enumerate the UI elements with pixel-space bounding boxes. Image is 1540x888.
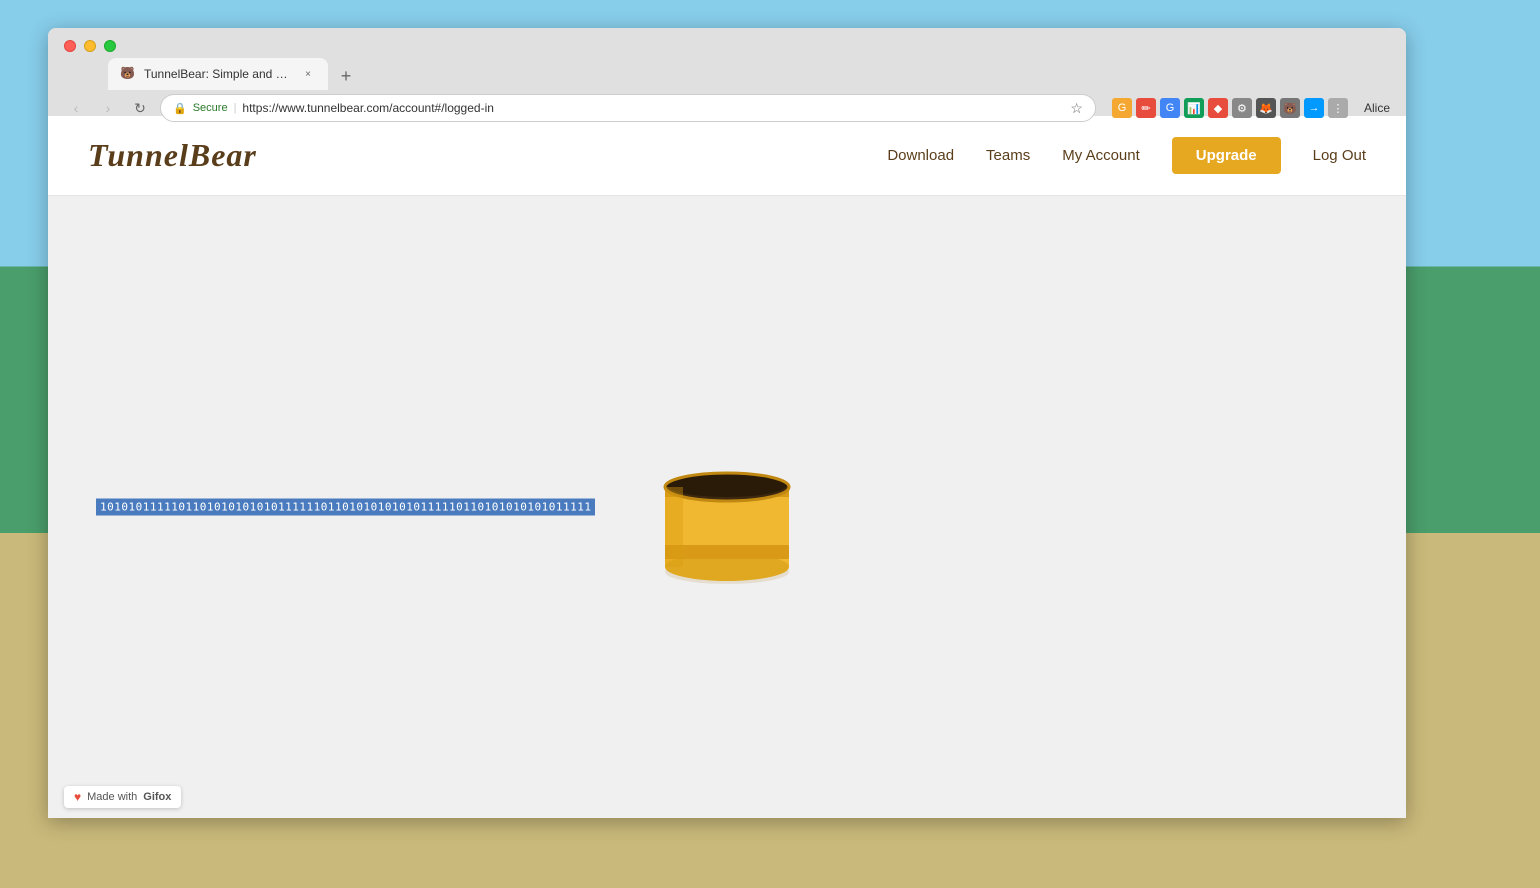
address-separator: | (234, 102, 237, 114)
ext-icon-1[interactable]: G (1112, 98, 1132, 118)
browser-window: 🐻 TunnelBear: Simple and Secur × + ‹ › ↻… (48, 28, 1406, 818)
gifox-label: Gifox (143, 791, 171, 803)
ext-icon-2[interactable]: ✏ (1136, 98, 1156, 118)
tab-favicon: 🐻 (120, 66, 136, 82)
window-controls (48, 28, 1406, 52)
made-with-label: Made with (87, 791, 137, 803)
address-bar[interactable]: 🔒 Secure | https://www.tunnelbear.com/ac… (160, 94, 1096, 122)
ext-icon-7[interactable]: 🦊 (1256, 98, 1276, 118)
download-link[interactable]: Download (887, 147, 954, 164)
refresh-button[interactable]: ↻ (128, 96, 152, 120)
teams-link[interactable]: Teams (986, 147, 1030, 164)
desktop: 🐻 TunnelBear: Simple and Secur × + ‹ › ↻… (0, 0, 1540, 888)
ext-icon-3[interactable]: G (1160, 98, 1180, 118)
bookmark-star-icon[interactable]: ☆ (1070, 100, 1083, 117)
address-url[interactable]: https://www.tunnelbear.com/account#/logg… (242, 101, 1064, 115)
nav-links: Download Teams My Account Upgrade Log Ou… (887, 137, 1366, 174)
gifox-footer: ♥ Made with Gifox (64, 786, 181, 808)
barrel-illustration (637, 417, 817, 597)
minimize-window-button[interactable] (84, 40, 96, 52)
ext-icon-6[interactable]: ⚙ (1232, 98, 1252, 118)
ext-icon-10[interactable]: ⋮ (1328, 98, 1348, 118)
close-window-button[interactable] (64, 40, 76, 52)
logout-link[interactable]: Log Out (1313, 147, 1366, 164)
binary-text: 1010101111101101010101010111111011010101… (96, 499, 595, 516)
site-logo[interactable]: TunnelBear (88, 137, 257, 173)
secure-icon: 🔒 (173, 102, 187, 115)
my-account-link[interactable]: My Account (1062, 147, 1140, 164)
nav-header: TunnelBear Download Teams My Account Upg… (48, 116, 1406, 196)
tab-close-button[interactable]: × (300, 66, 316, 82)
back-button[interactable]: ‹ (64, 96, 88, 120)
maximize-window-button[interactable] (104, 40, 116, 52)
logo-area: TunnelBear (88, 137, 887, 174)
secure-label: Secure (193, 102, 228, 114)
forward-button[interactable]: › (96, 96, 120, 120)
ext-icon-4[interactable]: 📊 (1184, 98, 1204, 118)
extensions-row: G ✏ G 📊 ◆ ⚙ 🦊 🐻 → ⋮ (1112, 98, 1348, 118)
upgrade-button[interactable]: Upgrade (1172, 137, 1281, 174)
ext-icon-9[interactable]: → (1304, 98, 1324, 118)
ext-icon-5[interactable]: ◆ (1208, 98, 1228, 118)
user-label: Alice (1364, 101, 1390, 115)
heart-icon: ♥ (74, 790, 81, 804)
page-content: TunnelBear Download Teams My Account Upg… (48, 116, 1406, 818)
tabs-bar: 🐻 TunnelBear: Simple and Secur × + (48, 52, 1406, 90)
barrel-container (637, 417, 817, 597)
main-content: 1010101111101101010101010111111011010101… (48, 196, 1406, 818)
tab-title: TunnelBear: Simple and Secur (144, 67, 292, 81)
ext-icon-8[interactable]: 🐻 (1280, 98, 1300, 118)
browser-chrome: 🐻 TunnelBear: Simple and Secur × + ‹ › ↻… (48, 28, 1406, 116)
new-tab-button[interactable]: + (332, 62, 360, 90)
active-tab[interactable]: 🐻 TunnelBear: Simple and Secur × (108, 58, 328, 90)
